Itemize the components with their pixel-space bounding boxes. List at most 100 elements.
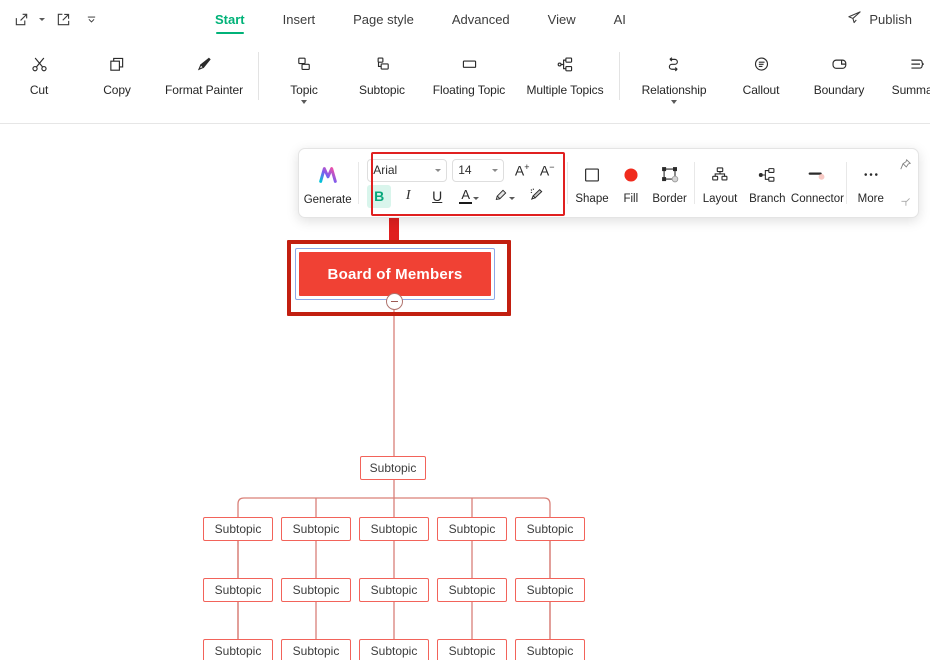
subtopic-node[interactable]: Subtopic bbox=[203, 639, 273, 660]
text-format-group: Arial 14 A+ A− B I U A bbox=[361, 158, 565, 208]
subtopic-node[interactable]: Subtopic bbox=[359, 578, 429, 602]
shape-button[interactable]: Shape bbox=[570, 161, 614, 205]
ellipsis-icon bbox=[861, 165, 881, 190]
shape-label: Shape bbox=[575, 193, 609, 205]
italic-button[interactable]: I bbox=[396, 185, 420, 208]
tab-insert[interactable]: Insert bbox=[264, 0, 335, 38]
paper-plane-icon bbox=[847, 10, 862, 28]
ribbon-group-elements: Relationship Callout Boundary Summa bbox=[626, 38, 930, 123]
subtopic-node[interactable]: Subtopic bbox=[437, 639, 507, 660]
relationship-dropdown-caret[interactable] bbox=[671, 100, 677, 104]
summary-icon bbox=[908, 49, 927, 79]
tab-advanced[interactable]: Advanced bbox=[433, 0, 529, 38]
subtopic-node[interactable]: Subtopic bbox=[360, 456, 426, 480]
summary-button[interactable]: Summary bbox=[878, 38, 930, 97]
topic-label: Topic bbox=[290, 83, 318, 97]
subtopic-node[interactable]: Subtopic bbox=[203, 517, 273, 541]
layout-button[interactable]: Layout bbox=[696, 161, 743, 205]
publish-label: Publish bbox=[869, 11, 912, 27]
multiple-topics-label: Multiple Topics bbox=[526, 83, 604, 97]
ribbon-divider-1 bbox=[258, 52, 259, 100]
subtopic-node[interactable]: Subtopic bbox=[515, 639, 585, 660]
highlighter-icon bbox=[494, 188, 508, 205]
ai-generate-label: Generate bbox=[303, 194, 352, 206]
format-painter-button[interactable]: Format Painter bbox=[156, 38, 252, 97]
toolbar-divider-1 bbox=[358, 162, 360, 204]
floating-topic-button[interactable]: Floating Topic bbox=[421, 38, 517, 97]
decrease-font-size-button[interactable]: A− bbox=[535, 159, 559, 182]
root-topic-text[interactable]: Board of Members bbox=[299, 252, 491, 296]
subtopic-node[interactable]: Subtopic bbox=[437, 517, 507, 541]
layout-label: Layout bbox=[702, 193, 738, 205]
subtopic-node[interactable]: Subtopic bbox=[515, 517, 585, 541]
subtopic-node[interactable]: Subtopic bbox=[203, 578, 273, 602]
floating-topic-icon bbox=[460, 49, 479, 79]
clear-format-button[interactable] bbox=[524, 185, 548, 208]
multiple-topics-button[interactable]: Multiple Topics bbox=[517, 38, 613, 97]
mindmap-canvas[interactable]: Board of Members Subtopic Subtopic Subto… bbox=[0, 124, 930, 660]
font-family-select[interactable]: Arial bbox=[367, 158, 448, 182]
tab-view[interactable]: View bbox=[529, 0, 595, 38]
import-icon[interactable] bbox=[50, 7, 76, 31]
format-painter-label: Format Painter bbox=[165, 83, 243, 97]
ribbon-tabs: Start Insert Page style Advanced View AI bbox=[196, 0, 645, 38]
collapse-corner-icon[interactable] bbox=[896, 193, 914, 211]
font-color-swatch bbox=[459, 201, 473, 205]
font-row: Arial 14 A+ A− bbox=[367, 158, 559, 182]
quick-access-toolbar bbox=[0, 7, 104, 31]
cut-button[interactable]: Cut bbox=[0, 38, 78, 97]
ribbon-divider-2 bbox=[619, 52, 620, 100]
subtopic-button[interactable]: Subtopic bbox=[343, 38, 421, 97]
font-family-value: Arial bbox=[373, 163, 398, 177]
border-button[interactable]: Border bbox=[648, 161, 692, 205]
subtopic-node[interactable]: Subtopic bbox=[515, 578, 585, 602]
increase-font-size-button[interactable]: A+ bbox=[510, 159, 534, 182]
underline-button[interactable]: U bbox=[425, 185, 449, 208]
subtopic-node[interactable]: Subtopic bbox=[437, 578, 507, 602]
clear-format-icon bbox=[529, 187, 544, 205]
more-button[interactable]: More bbox=[849, 161, 893, 205]
branch-button[interactable]: Branch bbox=[744, 161, 791, 205]
font-color-button[interactable]: A bbox=[454, 185, 484, 208]
publish-button[interactable]: Publish bbox=[843, 7, 916, 31]
ai-generate-button[interactable]: Generate bbox=[299, 160, 356, 206]
subtopic-node[interactable]: Subtopic bbox=[281, 517, 351, 541]
copy-button[interactable]: Copy bbox=[78, 38, 156, 97]
export-dropdown-caret[interactable] bbox=[36, 7, 48, 31]
floating-format-toolbar: Generate Arial 14 A+ A− B I U A Shape Fi… bbox=[298, 148, 919, 218]
fill-icon bbox=[621, 165, 641, 190]
subtopic-node[interactable]: Subtopic bbox=[359, 517, 429, 541]
highlight-button[interactable] bbox=[489, 185, 519, 208]
chevron-down-icon[interactable] bbox=[508, 196, 515, 200]
tab-start[interactable]: Start bbox=[196, 0, 264, 38]
chevron-down-icon[interactable] bbox=[473, 196, 480, 200]
collapse-toggle-button[interactable] bbox=[386, 293, 403, 310]
boundary-label: Boundary bbox=[813, 83, 865, 97]
subtopic-node[interactable]: Subtopic bbox=[281, 578, 351, 602]
topic-dropdown-caret[interactable] bbox=[301, 100, 307, 104]
connector-button[interactable]: Connector bbox=[791, 161, 844, 205]
minus-icon bbox=[391, 300, 398, 303]
copy-icon bbox=[108, 49, 127, 79]
chevron-down-icon bbox=[492, 168, 499, 172]
subtopic-node[interactable]: Subtopic bbox=[359, 639, 429, 660]
font-size-select[interactable]: 14 bbox=[452, 158, 505, 182]
callout-button[interactable]: Callout bbox=[722, 38, 800, 97]
export-icon[interactable] bbox=[8, 7, 34, 31]
pin-icon[interactable] bbox=[896, 155, 914, 173]
tab-page-style[interactable]: Page style bbox=[334, 0, 433, 38]
tab-ai[interactable]: AI bbox=[595, 0, 645, 38]
subtopic-node[interactable]: Subtopic bbox=[281, 639, 351, 660]
relationship-button[interactable]: Relationship bbox=[626, 38, 722, 104]
callout-label: Callout bbox=[742, 83, 780, 97]
chevron-down-icon bbox=[435, 168, 442, 172]
bold-glyph: B bbox=[374, 188, 385, 204]
cut-label: Cut bbox=[29, 83, 49, 97]
title-bar: Start Insert Page style Advanced View AI… bbox=[0, 0, 930, 39]
boundary-button[interactable]: Boundary bbox=[800, 38, 878, 97]
fill-button[interactable]: Fill bbox=[614, 161, 648, 205]
topic-button[interactable]: Topic bbox=[265, 38, 343, 104]
more-commands-icon[interactable] bbox=[78, 7, 104, 31]
bold-button[interactable]: B bbox=[367, 184, 392, 208]
more-label: More bbox=[857, 193, 884, 205]
